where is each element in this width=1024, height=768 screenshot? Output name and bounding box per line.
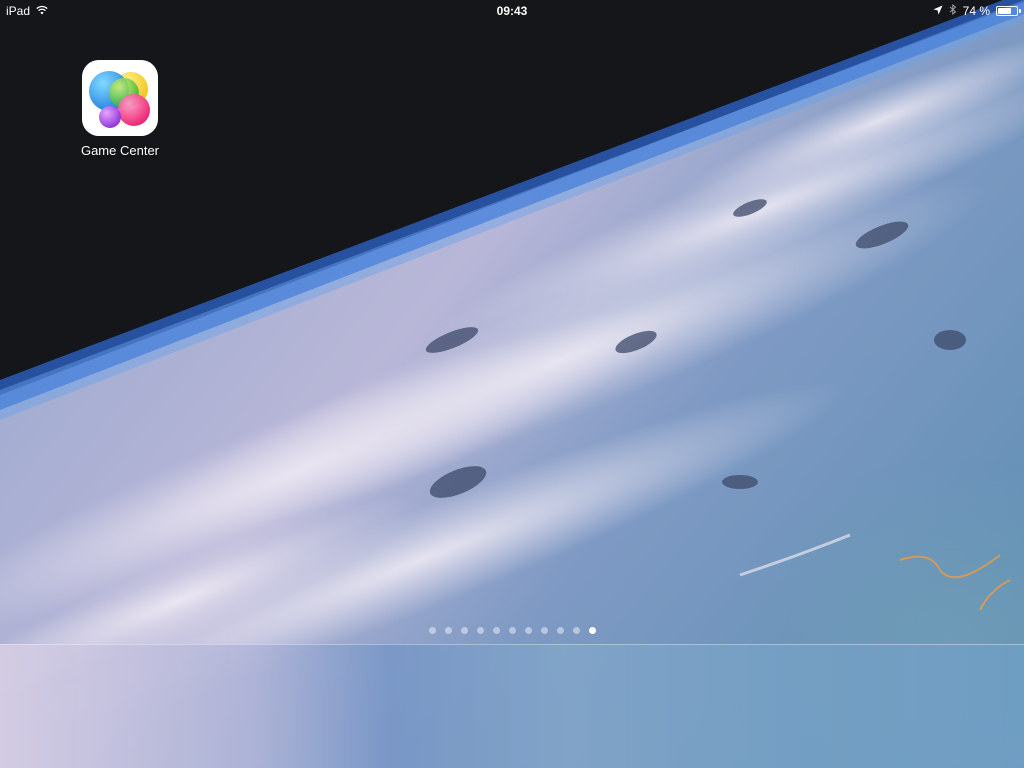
app-game-center[interactable]: Game Center <box>70 60 170 158</box>
page-dot[interactable] <box>556 627 564 634</box>
game-center-icon[interactable] <box>82 60 158 136</box>
page-dot[interactable] <box>572 627 580 634</box>
status-bar-right: 74 % <box>933 3 1021 18</box>
status-bar: iPad 09:43 74 % <box>0 0 1024 22</box>
battery-level <box>998 8 1011 14</box>
location-arrow-icon <box>933 4 943 18</box>
page-dot[interactable] <box>444 627 452 634</box>
page-dot[interactable] <box>492 627 500 634</box>
page-dot[interactable] <box>540 627 548 634</box>
page-dot[interactable] <box>588 627 596 634</box>
dock <box>0 644 1024 768</box>
clock: 09:43 <box>496 4 528 18</box>
app-label: Game Center <box>80 143 160 158</box>
battery-icon <box>996 6 1021 16</box>
page-dot[interactable] <box>508 627 516 634</box>
page-indicator[interactable] <box>0 627 1024 634</box>
page-dot[interactable] <box>460 627 468 634</box>
home-screen: iPad 09:43 74 % Game Center <box>0 0 1024 768</box>
page-dot[interactable] <box>428 627 436 634</box>
page-dot[interactable] <box>476 627 484 634</box>
battery-percent: 74 % <box>962 4 990 18</box>
bluetooth-icon <box>949 3 957 18</box>
battery-tip <box>1019 9 1021 13</box>
page-dot[interactable] <box>524 627 532 634</box>
